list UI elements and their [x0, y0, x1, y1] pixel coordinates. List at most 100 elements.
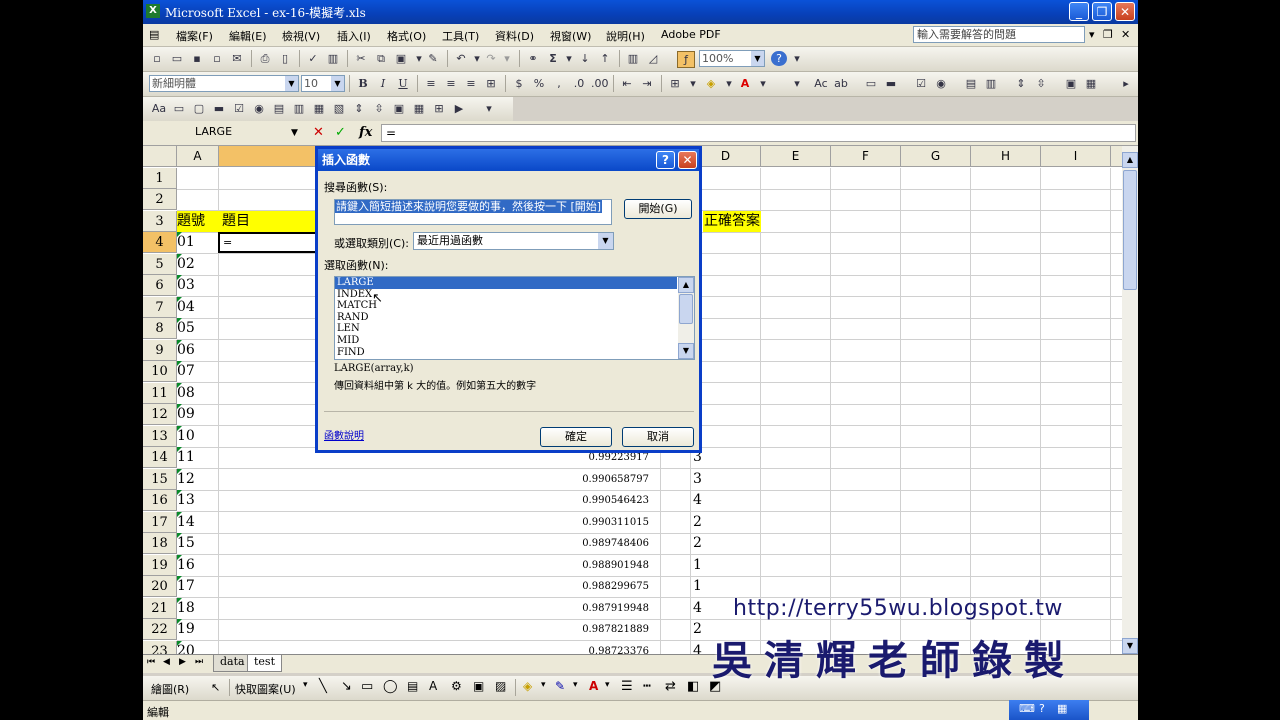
decrease-indent-icon[interactable]: ⇤ — [619, 76, 635, 91]
cell-a3[interactable]: 題號 — [177, 211, 219, 232]
print-preview-icon[interactable]: ▯ — [277, 51, 293, 66]
label-tool-icon[interactable]: Aa — [151, 101, 167, 116]
picture-icon[interactable]: ▨ — [495, 679, 506, 693]
cell-id[interactable]: 05 — [177, 318, 219, 339]
keyboard-icon[interactable]: ⌨ — [1019, 702, 1035, 715]
zoom-select[interactable]: 100% ▼ — [699, 50, 765, 67]
combo-dropdown-icon[interactable]: ▧ — [331, 101, 347, 116]
doc-icon[interactable]: ▤ — [149, 28, 159, 41]
go-button[interactable]: 開始(G) — [624, 199, 692, 219]
row-header[interactable]: 5 — [143, 254, 177, 275]
help-icon[interactable]: ? — [771, 51, 787, 66]
scroll-bar-icon[interactable]: ⇕ — [1013, 76, 1029, 91]
spinner-tool-icon[interactable]: ⇳ — [371, 101, 387, 116]
list-tool-icon[interactable]: ▤ — [271, 101, 287, 116]
cell-c-value[interactable]: 0.988299675 — [543, 576, 649, 597]
sort-ascending-icon[interactable]: ↓ — [577, 51, 593, 66]
question-icon[interactable]: ? — [1039, 702, 1045, 715]
row-header[interactable]: 20 — [143, 576, 177, 597]
cell-id[interactable]: 06 — [177, 340, 219, 361]
align-center-icon[interactable]: ≡ — [443, 76, 459, 91]
cancel-icon[interactable]: ✕ — [313, 125, 324, 140]
function-item-rand[interactable]: RAND — [335, 312, 677, 324]
function-list-scrollbar[interactable]: ▲ ▼ — [678, 277, 694, 359]
menu-format[interactable]: 格式(O) — [387, 28, 426, 44]
text-box-draw-icon[interactable]: ▤ — [407, 679, 418, 693]
col-header-i[interactable]: I — [1041, 146, 1111, 167]
cell-c-value[interactable]: 0.987919948 — [543, 598, 649, 619]
cell-id[interactable]: 01 — [177, 232, 219, 253]
sheet-tab-test[interactable]: test — [247, 655, 282, 672]
row-header[interactable]: 16 — [143, 490, 177, 511]
control-properties-icon[interactable]: ▣ — [391, 101, 407, 116]
fill-dropdown-icon[interactable]: ▾ — [541, 680, 546, 690]
save-icon[interactable]: ▪ — [189, 51, 205, 66]
help-question-input[interactable]: 輸入需要解答的問題 — [913, 26, 1085, 43]
scroll-down-icon[interactable]: ▼ — [678, 343, 694, 359]
menu-adobe-pdf[interactable]: Adobe PDF — [661, 28, 721, 41]
cell-d-answer[interactable]: 2 — [693, 533, 723, 554]
font-size-select[interactable]: 10 ▼ — [301, 75, 345, 92]
combo-box-icon[interactable]: ▥ — [983, 76, 999, 91]
cell-c-value[interactable]: 0.98723376 — [543, 641, 649, 654]
spinner-icon[interactable]: ⇳ — [1033, 76, 1049, 91]
cell-id[interactable]: 07 — [177, 361, 219, 382]
cell-id[interactable]: 12 — [177, 469, 219, 490]
category-select[interactable]: 最近用過函數 ▼ — [413, 232, 614, 250]
properties-icon[interactable]: ▣ — [1063, 76, 1079, 91]
row-header[interactable]: 19 — [143, 555, 177, 576]
cell-id[interactable]: 09 — [177, 404, 219, 425]
line-style-icon[interactable]: ☰ — [621, 679, 633, 694]
chevron-down-icon[interactable]: ▼ — [291, 128, 298, 138]
row-header[interactable]: 3 — [143, 211, 177, 232]
cell-d-answer[interactable]: 1 — [693, 555, 723, 576]
text-box-icon[interactable]: Ac — [813, 76, 829, 91]
enter-icon[interactable]: ✓ — [335, 125, 346, 140]
option-tool-icon[interactable]: ◉ — [251, 101, 267, 116]
cell-id[interactable]: 16 — [177, 555, 219, 576]
row-header[interactable]: 10 — [143, 361, 177, 382]
toolbar-options-icon[interactable]: ▾ — [481, 101, 497, 116]
redo-icon[interactable]: ↷ — [483, 51, 499, 66]
cell-c-value[interactable]: 0.987821889 — [543, 619, 649, 640]
scroll-thumb[interactable] — [679, 294, 693, 324]
combo-tool-icon[interactable]: ▥ — [291, 101, 307, 116]
insert-function-icon[interactable]: ƒ — [677, 51, 695, 68]
button-tool-icon[interactable]: ▬ — [211, 101, 227, 116]
line-color-icon[interactable]: ✎ — [555, 679, 565, 693]
row-header[interactable]: 22 — [143, 619, 177, 640]
function-list[interactable]: LARGE INDEX MATCH RAND LEN MID FIND ▲ ▼ — [334, 276, 695, 360]
function-help-link[interactable]: 函數說明 — [324, 427, 364, 442]
shadow-style-icon[interactable]: ◧ — [687, 679, 699, 694]
vertical-scrollbar[interactable]: ▲ ▼ — [1122, 146, 1138, 654]
prev-sheet-icon[interactable]: ◀ — [163, 657, 170, 667]
sheet-tab-data[interactable]: data — [213, 655, 252, 672]
align-right-icon[interactable]: ≡ — [463, 76, 479, 91]
frame-icon[interactable]: ▭ — [863, 76, 879, 91]
checkbox-tool-icon[interactable]: ☑ — [231, 101, 247, 116]
run-dialog-icon[interactable]: ▶ — [451, 101, 467, 116]
scroll-up-icon[interactable]: ▲ — [1122, 152, 1138, 168]
view-code-icon[interactable]: ▦ — [1083, 76, 1099, 91]
col-header-f[interactable]: F — [831, 146, 901, 167]
excel-app-icon[interactable]: X — [146, 4, 160, 18]
next-sheet-icon[interactable]: ▶ — [179, 657, 186, 667]
cell-c-value[interactable]: 0.990311015 — [543, 512, 649, 533]
fill-color-draw-icon[interactable]: ◈ — [523, 679, 532, 693]
edit-code-icon[interactable]: ▦ — [411, 101, 427, 116]
comma-icon[interactable]: , — [551, 76, 567, 91]
cancel-button[interactable]: 取消 — [622, 427, 694, 447]
row-header[interactable]: 21 — [143, 598, 177, 619]
col-header-h[interactable]: H — [971, 146, 1041, 167]
col-header-a[interactable]: A — [177, 146, 219, 167]
row-header[interactable]: 7 — [143, 297, 177, 318]
cell-d-answer[interactable]: 3 — [693, 469, 723, 490]
cell-id[interactable]: 04 — [177, 297, 219, 318]
scroll-up-icon[interactable]: ▲ — [678, 277, 694, 293]
copy-icon[interactable]: ⧉ — [373, 51, 389, 66]
select-objects-icon[interactable]: ↖ — [211, 681, 220, 694]
ok-button[interactable]: 確定 — [540, 427, 612, 447]
menu-view[interactable]: 檢視(V) — [282, 28, 320, 44]
doc-close-icon[interactable]: ✕ — [1121, 28, 1130, 41]
dash-style-icon[interactable]: ┅ — [643, 679, 651, 694]
